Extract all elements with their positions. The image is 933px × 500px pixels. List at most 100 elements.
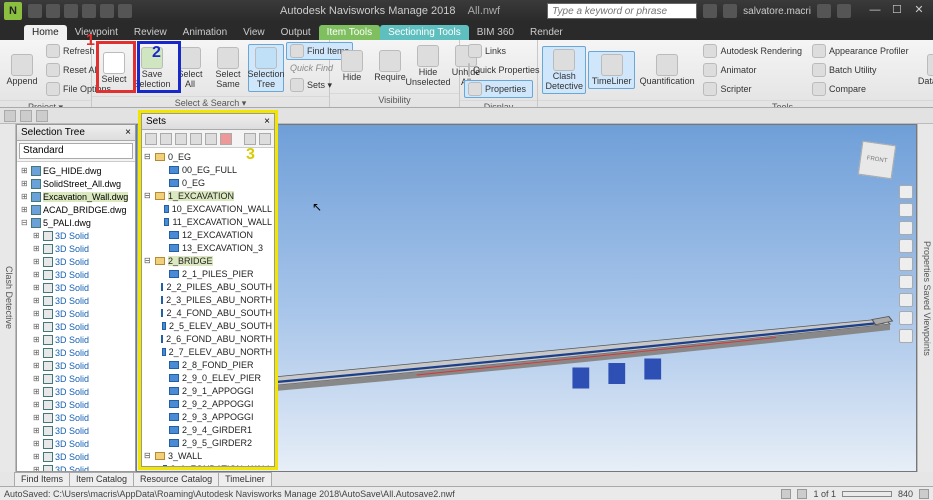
tree-file-node[interactable]: ⊟5_PALI.dwg: [19, 216, 133, 229]
sets-set-node[interactable]: 2_9_3_APPOGGI: [158, 410, 272, 423]
tree-solid-node[interactable]: ⊞3D Solid: [31, 294, 133, 307]
navigation-bar[interactable]: [898, 185, 914, 461]
sets-folder-node[interactable]: ⊟2_BRIDGE: [144, 254, 272, 267]
timeliner-button[interactable]: TimeLiner: [588, 51, 634, 90]
sets-set-node[interactable]: 2_9_5_GIRDER2: [158, 436, 272, 449]
doc-save-icon[interactable]: [20, 110, 32, 122]
sets-delete-icon[interactable]: [220, 133, 232, 145]
sets-set-node[interactable]: 0_EG: [158, 176, 272, 189]
qat-open-icon[interactable]: [46, 4, 60, 18]
sets-new-folder-icon[interactable]: [145, 133, 157, 145]
tree-solid-node[interactable]: ⊞3D Solid: [31, 372, 133, 385]
sets-set-node[interactable]: 2_1_PILES_PIER: [158, 267, 272, 280]
autodesk-rendering-button[interactable]: Autodesk Rendering: [699, 42, 806, 60]
batch-utility-button[interactable]: Batch Utility: [808, 61, 913, 79]
sets-import-icon[interactable]: [205, 133, 217, 145]
sets-set-node[interactable]: 2_4_FOND_ABU_SOUTH: [158, 306, 272, 319]
bottom-tab-timeliner[interactable]: TimeLiner: [218, 472, 272, 486]
infocenter-icon[interactable]: [703, 4, 717, 18]
scripter-button[interactable]: Scripter: [699, 80, 806, 98]
nav-look-icon[interactable]: [899, 257, 913, 271]
tab-home[interactable]: Home: [24, 25, 67, 40]
help-icon[interactable]: [837, 4, 851, 18]
signin-icon[interactable]: [723, 4, 737, 18]
hide-button[interactable]: Hide: [334, 47, 370, 86]
nav-walk-icon[interactable]: [899, 275, 913, 289]
tree-solid-node[interactable]: ⊞3D Solid: [31, 411, 133, 424]
sets-set-node[interactable]: 2_2_PILES_ABU_SOUTH: [158, 280, 272, 293]
group-select-label[interactable]: Select & Search ▾: [92, 96, 329, 107]
qat-new-icon[interactable]: [28, 4, 42, 18]
sets-set-node[interactable]: 11_EXCAVATION_WALL: [158, 215, 272, 228]
tree-file-node[interactable]: ⊞SolidStreet_All.dwg: [19, 177, 133, 190]
selection-tree-close-icon[interactable]: ×: [125, 127, 131, 138]
sets-set-node[interactable]: 3_1_FONDATION_WALL: [158, 462, 272, 466]
tree-solid-node[interactable]: ⊞3D Solid: [31, 307, 133, 320]
sets-set-node[interactable]: 2_5_ELEV_ABU_SOUTH: [158, 319, 272, 332]
sets-set-node[interactable]: 2_6_FOND_ABU_NORTH: [158, 332, 272, 345]
nav-zoom-icon[interactable]: [899, 221, 913, 235]
tree-solid-node[interactable]: ⊞3D Solid: [31, 385, 133, 398]
nav-fly-icon[interactable]: [899, 293, 913, 307]
maximize-button[interactable]: ☐: [887, 4, 907, 18]
tab-animation[interactable]: Animation: [175, 25, 235, 40]
tree-solid-node[interactable]: ⊞3D Solid: [31, 424, 133, 437]
tree-file-node[interactable]: ⊞ACAD_BRIDGE.dwg: [19, 203, 133, 216]
links-button[interactable]: Links: [464, 42, 533, 60]
nav-wheel-icon[interactable]: [899, 185, 913, 199]
append-button[interactable]: Append: [4, 51, 40, 90]
bottom-tab-resource-catalog[interactable]: Resource Catalog: [133, 472, 219, 486]
sets-set-node[interactable]: 2_7_ELEV_ABU_NORTH: [158, 345, 272, 358]
tree-solid-node[interactable]: ⊞3D Solid: [31, 242, 133, 255]
tab-sectioning-tools[interactable]: Sectioning Tools: [380, 25, 469, 40]
selection-tree-button[interactable]: Selection Tree: [248, 44, 284, 93]
tree-solid-node[interactable]: ⊞3D Solid: [31, 333, 133, 346]
datatools-button[interactable]: DataTools: [915, 51, 933, 90]
doc-open-icon[interactable]: [4, 110, 16, 122]
status-sheet-icon[interactable]: [797, 489, 807, 499]
tree-solid-node[interactable]: ⊞3D Solid: [31, 255, 133, 268]
quantification-button[interactable]: Quantification: [637, 51, 698, 90]
sets-set-node[interactable]: 2_9_4_GIRDER1: [158, 423, 272, 436]
tab-bim360[interactable]: BIM 360: [469, 25, 522, 40]
sets-options-icon[interactable]: [259, 133, 271, 145]
properties-button[interactable]: Properties: [464, 80, 533, 98]
clash-detective-button[interactable]: Clash Detective: [542, 46, 586, 95]
tab-view[interactable]: View: [235, 25, 273, 40]
sets-set-node[interactable]: 13_EXCAVATION_3: [158, 241, 272, 254]
sets-close-icon[interactable]: ×: [264, 116, 270, 127]
tree-solid-node[interactable]: ⊞3D Solid: [31, 450, 133, 463]
tab-viewpoint[interactable]: Viewpoint: [67, 25, 126, 40]
animator-button[interactable]: Animator: [699, 61, 806, 79]
bottom-tab-item-catalog[interactable]: Item Catalog: [69, 472, 134, 486]
sets-folder-node[interactable]: ⊟1_EXCAVATION: [144, 189, 272, 202]
qat-undo-icon[interactable]: [100, 4, 114, 18]
status-pencil-icon[interactable]: [781, 489, 791, 499]
help-search-input[interactable]: [547, 3, 697, 19]
sets-set-node[interactable]: 10_EXCAVATION_WALL: [158, 202, 272, 215]
right-dock-tabs[interactable]: Properties Saved Viewpoints: [917, 124, 933, 472]
sets-sort-icon[interactable]: [244, 133, 256, 145]
tree-solid-node[interactable]: ⊞3D Solid: [31, 268, 133, 281]
nav-camera-icon[interactable]: [899, 311, 913, 325]
tree-solid-node[interactable]: ⊞3D Solid: [31, 463, 133, 471]
sets-set-node[interactable]: 00_EG_FULL: [158, 163, 272, 176]
tree-file-node[interactable]: ⊞Excavation_Wall.dwg: [19, 190, 133, 203]
tab-item-tools[interactable]: Item Tools: [319, 25, 380, 40]
group-project-label[interactable]: Project ▾: [0, 100, 91, 107]
tree-solid-node[interactable]: ⊞3D Solid: [31, 359, 133, 372]
selection-tree-mode-combo[interactable]: Standard: [19, 143, 133, 159]
close-button[interactable]: ✕: [909, 4, 929, 18]
sets-duplicate-icon[interactable]: [190, 133, 202, 145]
hide-unselected-button[interactable]: Hide Unselected: [410, 42, 446, 91]
tab-render[interactable]: Render: [522, 25, 571, 40]
sets-new-search-icon[interactable]: [160, 133, 172, 145]
sets-set-node[interactable]: 2_9_0_ELEV_PIER: [158, 371, 272, 384]
sets-set-node[interactable]: 2_8_FOND_PIER: [158, 358, 272, 371]
qat-redo-icon[interactable]: [118, 4, 132, 18]
left-dock-tab-clash[interactable]: Clash Detective: [0, 124, 16, 472]
sets-save-icon[interactable]: [175, 133, 187, 145]
quick-access-toolbar[interactable]: [28, 4, 132, 18]
tree-solid-node[interactable]: ⊞3D Solid: [31, 398, 133, 411]
tree-solid-node[interactable]: ⊞3D Solid: [31, 320, 133, 333]
